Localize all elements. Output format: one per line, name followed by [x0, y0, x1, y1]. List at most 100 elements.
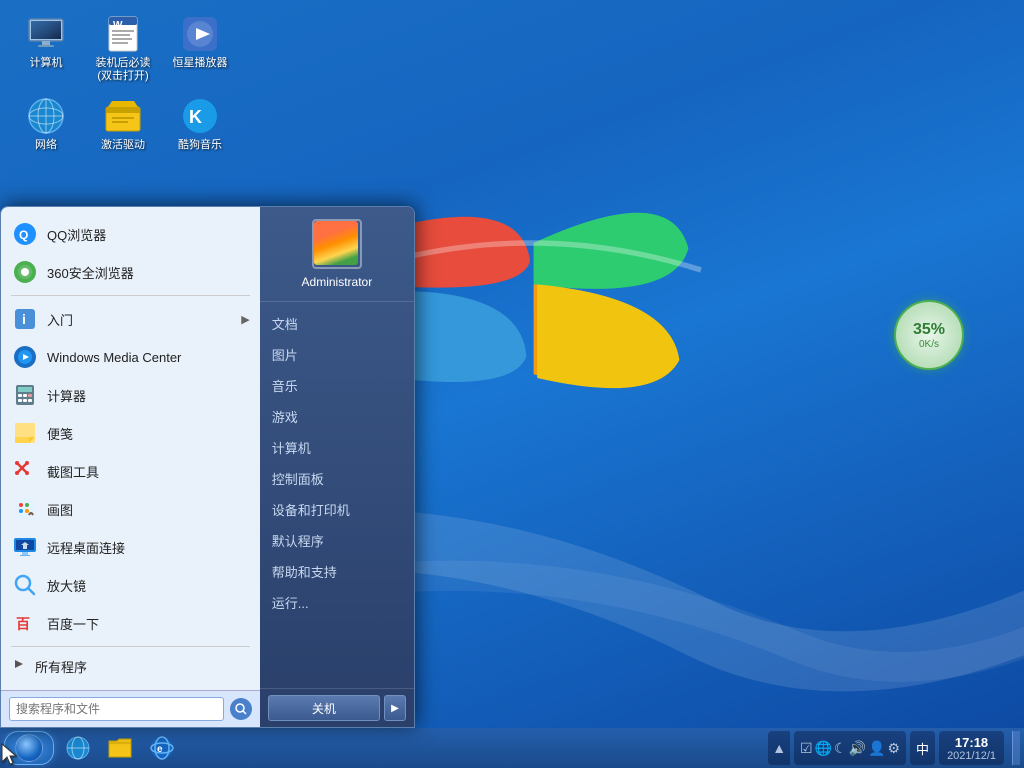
shutdown-arrow-button[interactable]: ▶ [384, 695, 406, 721]
all-programs-label: 所有程序 [35, 657, 87, 676]
magnifier-label: 放大镜 [47, 576, 86, 595]
start-menu-right: Administrator 文档 图片 音乐 游戏 计算机 控制面板 设备和打印… [260, 207, 414, 727]
snip-icon [11, 457, 39, 485]
search-button[interactable] [230, 698, 252, 720]
menu-item-baidu[interactable]: 百 百度一下 [1, 604, 260, 642]
intro-arrow: ▶ [241, 313, 249, 326]
menu-right-computer[interactable]: 计算机 [260, 432, 414, 463]
calculator-icon [11, 381, 39, 409]
avatar-image [314, 221, 358, 265]
desktop-icon-computer[interactable]: 计算机 [10, 10, 82, 87]
baidu-label: 百度一下 [47, 614, 99, 633]
menu-right-devices[interactable]: 设备和打印机 [260, 494, 414, 525]
tray-moon[interactable]: ☾ [834, 740, 847, 757]
taskbar-pinned-icons: e [58, 731, 768, 765]
clock-area[interactable]: 17:18 2021/12/1 [939, 731, 1004, 765]
svg-text:Q: Q [19, 228, 28, 242]
activate-icon [103, 96, 143, 136]
desktop-icon-activate[interactable]: 激活驱动 [87, 92, 159, 156]
menu-item-wmc[interactable]: Windows Media Center [1, 338, 260, 376]
paint-icon [11, 495, 39, 523]
network-icon [26, 96, 66, 136]
360-browser-icon [11, 258, 39, 286]
svg-text:i: i [22, 311, 26, 327]
activate-label: 激活驱动 [101, 139, 145, 152]
search-input[interactable] [9, 697, 224, 721]
menu-item-all-programs[interactable]: 所有程序 [1, 651, 260, 682]
wmc-label: Windows Media Center [47, 350, 181, 365]
menu-right-defaults[interactable]: 默认程序 [260, 525, 414, 556]
menu-item-snip[interactable]: 截图工具 [1, 452, 260, 490]
right-menu-items: 文档 图片 音乐 游戏 计算机 控制面板 设备和打印机 默认程序 帮助和支持 运… [260, 302, 414, 688]
tray-checkbox[interactable]: ☑ [800, 740, 813, 757]
clock-time: 17:18 [955, 735, 988, 750]
tray-arrow[interactable]: ▲ [772, 740, 786, 756]
menu-right-pictures[interactable]: 图片 [260, 339, 414, 370]
desktop-icon-row-1: 计算机 W 装机后必读(双击打开) [10, 10, 236, 87]
clock-date: 2021/12/1 [947, 750, 996, 762]
menu-item-qq-browser[interactable]: Q QQ浏览器 [1, 215, 260, 253]
menu-right-run[interactable]: 运行... [260, 587, 414, 618]
speed-widget: 35% 0K/s [894, 300, 964, 370]
desktop: 计算机 W 装机后必读(双击打开) [0, 0, 1024, 768]
network-label: 网络 [35, 139, 57, 152]
menu-divider-2 [11, 646, 250, 647]
menu-item-calculator[interactable]: 计算器 [1, 376, 260, 414]
tray-settings[interactable]: ⚙ [887, 740, 900, 757]
tray-network[interactable]: 🌐 [815, 740, 832, 757]
desktop-icons-container: 计算机 W 装机后必读(双击打开) [10, 10, 236, 162]
computer-label: 计算机 [30, 57, 63, 70]
rdp-icon [11, 533, 39, 561]
desktop-icon-row-2: 网络 激活驱动 [10, 92, 236, 156]
svg-text:e: e [157, 744, 163, 755]
menu-right-games[interactable]: 游戏 [260, 401, 414, 432]
sticky-notes-label: 便笺 [47, 424, 73, 443]
desktop-icon-install-guide[interactable]: W 装机后必读(双击打开) [87, 10, 159, 87]
tray-user[interactable]: 👤 [868, 740, 885, 757]
desktop-icon-media-player[interactable]: 恒星播放器 [164, 10, 236, 87]
svg-text:W: W [113, 20, 123, 31]
menu-right-documents[interactable]: 文档 [260, 308, 414, 339]
user-area: Administrator [260, 207, 414, 302]
menu-item-360-browser[interactable]: 360安全浏览器 [1, 253, 260, 291]
menu-item-paint[interactable]: 画图 [1, 490, 260, 528]
language-button[interactable]: 中 [910, 731, 935, 765]
taskbar: e ▲ ☑ 🌐 ☾ 🔊 👤 ⚙ 中 [0, 728, 1024, 768]
360-browser-label: 360安全浏览器 [47, 263, 134, 282]
menu-item-intro[interactable]: i 入门 ▶ [1, 300, 260, 338]
taskbar-icon-folder[interactable] [100, 731, 140, 765]
taskbar-icon-ie[interactable]: e [142, 731, 182, 765]
taskbar-icon-network[interactable] [58, 731, 98, 765]
qq-browser-label: QQ浏览器 [47, 225, 106, 244]
tray-sound[interactable]: 🔊 [849, 740, 866, 757]
baidu-icon: 百 [11, 609, 39, 637]
start-bottom: 关机 ▶ [260, 688, 414, 727]
user-avatar[interactable] [312, 219, 362, 269]
calculator-label: 计算器 [47, 386, 86, 405]
paint-label: 画图 [47, 500, 73, 519]
desktop-icon-network[interactable]: 网络 [10, 92, 82, 156]
menu-right-help[interactable]: 帮助和支持 [260, 556, 414, 587]
start-menu: Q QQ浏览器 360安全浏览器 i 入门 [0, 206, 415, 728]
media-player-icon [180, 14, 220, 54]
shutdown-button[interactable]: 关机 [268, 695, 380, 721]
system-tray: ☑ 🌐 ☾ 🔊 👤 ⚙ [794, 731, 906, 765]
menu-item-rdp[interactable]: 远程桌面连接 [1, 528, 260, 566]
install-guide-icon: W [103, 14, 143, 54]
snip-label: 截图工具 [47, 462, 99, 481]
svg-text:K: K [189, 107, 202, 127]
start-menu-left: Q QQ浏览器 360安全浏览器 i 入门 [1, 207, 260, 727]
user-name: Administrator [302, 275, 373, 289]
system-tray-left: ▲ [768, 731, 790, 765]
magnifier-icon [11, 571, 39, 599]
menu-right-music[interactable]: 音乐 [260, 370, 414, 401]
menu-item-magnifier[interactable]: 放大镜 [1, 566, 260, 604]
show-desktop-button[interactable] [1012, 731, 1020, 765]
sticky-notes-icon [11, 419, 39, 447]
menu-right-control-panel[interactable]: 控制面板 [260, 463, 414, 494]
kudog-icon: K [180, 96, 220, 136]
svg-text:百: 百 [16, 616, 30, 632]
intro-label: 入门 [47, 310, 73, 329]
menu-item-sticky-notes[interactable]: 便笺 [1, 414, 260, 452]
desktop-icon-kudog[interactable]: K 酷狗音乐 [164, 92, 236, 156]
